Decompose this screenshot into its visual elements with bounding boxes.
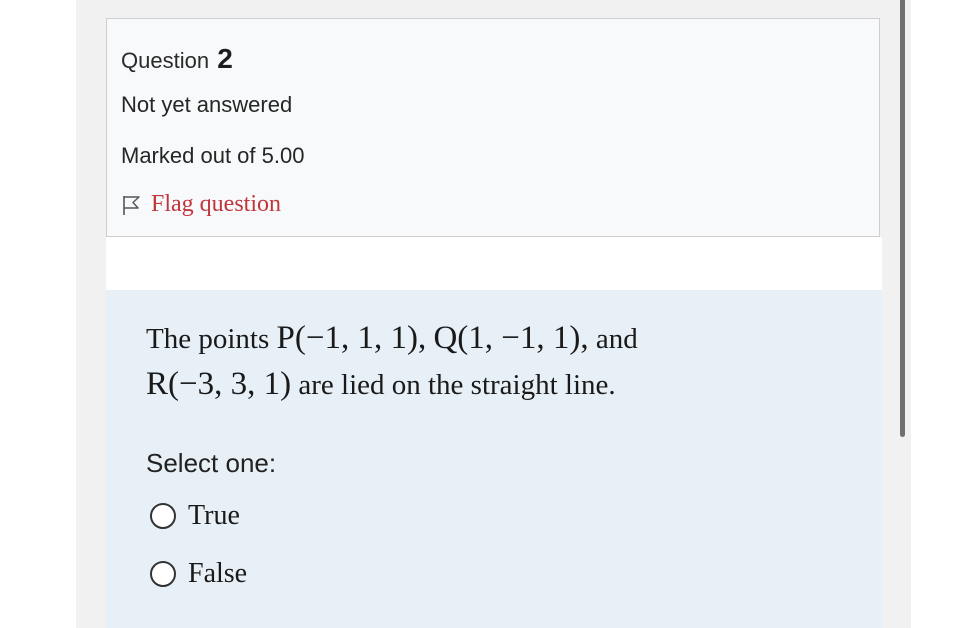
radio-false[interactable] (150, 561, 176, 587)
text-and: and (588, 323, 638, 355)
question-content: The points P(−1, 1, 1), Q(1, −1, 1), and… (106, 290, 882, 628)
separator-band (106, 237, 882, 290)
scrollbar[interactable] (900, 0, 905, 437)
math-point-p: P(−1, 1, 1), (276, 320, 427, 356)
question-info: Question 2 Not yet answered Marked out o… (106, 18, 880, 237)
text-suffix: are lied on the straight line. (291, 369, 616, 401)
question-label: Question (121, 48, 210, 73)
question-text: The points P(−1, 1, 1), Q(1, −1, 1), and… (146, 316, 806, 408)
answer-label-false: False (188, 558, 248, 589)
answer-option-true[interactable]: True (150, 500, 240, 532)
answer-label-true: True (188, 500, 240, 531)
flag-question-label: Flag question (151, 191, 281, 217)
answer-option-false[interactable]: False (150, 558, 247, 590)
question-state: Not yet answered (121, 92, 293, 117)
question-number-value: 2 (217, 43, 233, 74)
text-prefix: The points (146, 323, 277, 355)
math-point-q: Q(1, −1, 1), (433, 320, 589, 356)
flag-icon (123, 195, 140, 215)
select-one-prompt: Select one: (146, 448, 277, 478)
math-point-r: R(−3, 3, 1) (146, 366, 292, 402)
question-grade: Marked out of 5.00 (121, 143, 305, 168)
radio-true[interactable] (150, 503, 176, 529)
question-number: Question 2 (121, 43, 233, 75)
flag-question-link[interactable]: Flag question (121, 191, 281, 218)
